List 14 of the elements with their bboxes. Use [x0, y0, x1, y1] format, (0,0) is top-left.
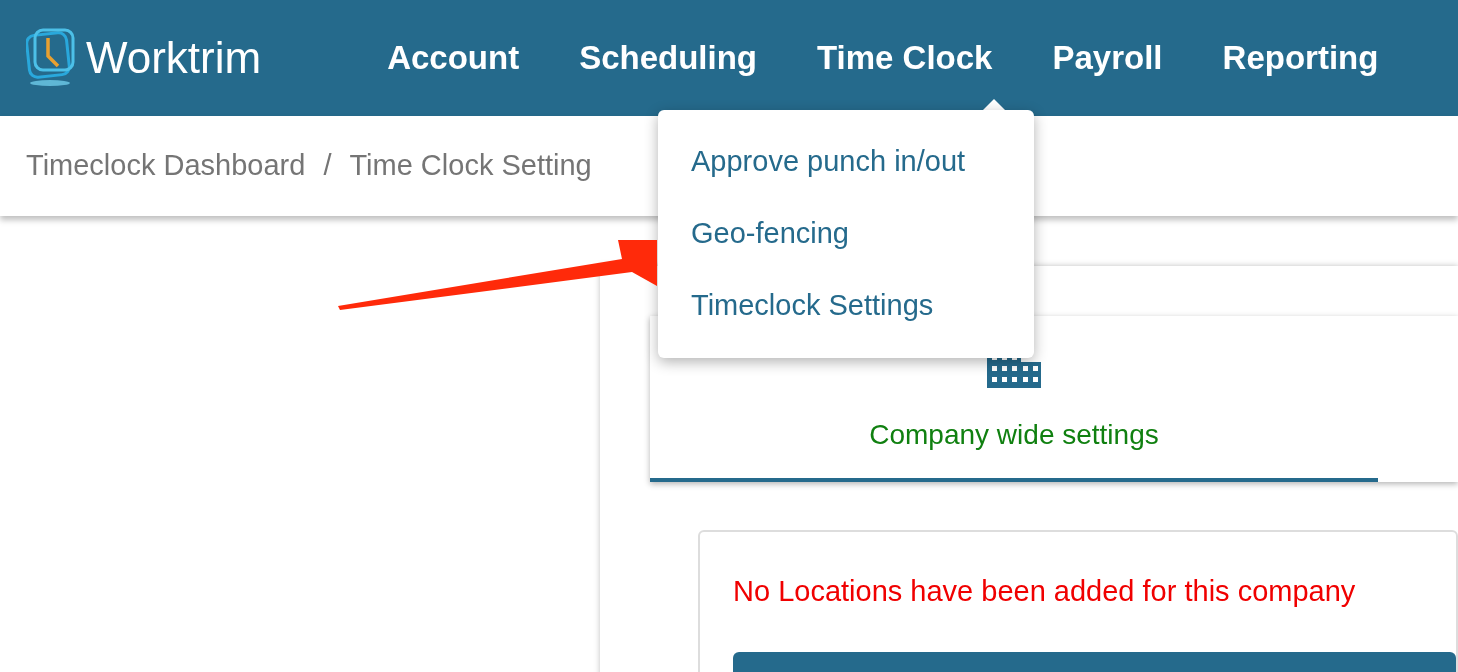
- nav-item[interactable]: Payroll: [1052, 33, 1163, 83]
- nav-item[interactable]: Reporting: [1222, 33, 1379, 83]
- nav-item[interactable]: Time Clock: [817, 33, 993, 83]
- brand-name: Worktrim: [86, 32, 262, 84]
- tab-label: Company wide settings: [869, 418, 1159, 452]
- menu-item[interactable]: Approve punch in/out: [691, 142, 1034, 180]
- menu-item[interactable]: Geo-fencing: [691, 214, 1034, 252]
- nav-item[interactable]: Scheduling: [579, 33, 757, 83]
- logo-icon: [26, 28, 78, 88]
- empty-message: No Locations have been added for this company: [733, 574, 1357, 609]
- nav-item[interactable]: Account: [387, 33, 520, 83]
- breadcrumb-item[interactable]: Time Clock Setting: [349, 144, 592, 188]
- breadcrumb-item[interactable]: Timeclock Dashboard: [26, 144, 306, 188]
- breadcrumb-separator: /: [323, 148, 332, 184]
